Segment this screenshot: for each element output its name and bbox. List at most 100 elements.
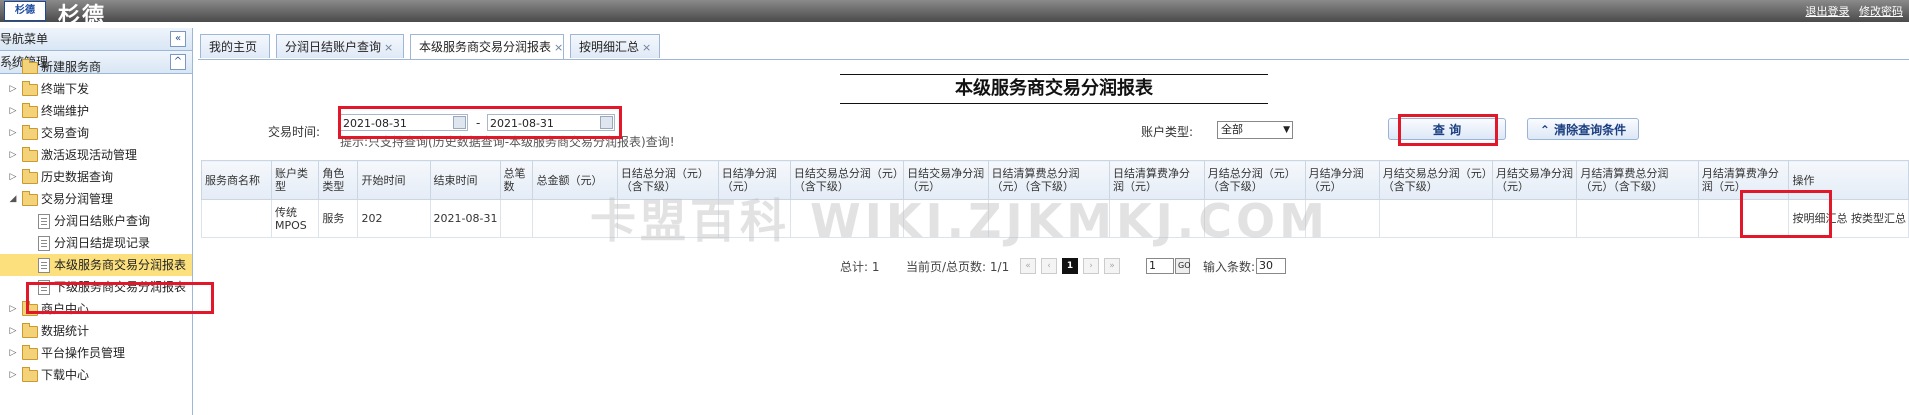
- expand-arrow-icon[interactable]: ▷: [8, 166, 18, 188]
- sidebar-item-activation-cashback[interactable]: ▷ 激活返现活动管理: [0, 144, 192, 166]
- date-to-value: 2021-08-31: [490, 117, 554, 130]
- expand-arrow-icon[interactable]: ▷: [8, 364, 18, 386]
- date-to-input[interactable]: 2021-08-31: [487, 114, 615, 131]
- report-title: 本级服务商交易分润报表: [840, 74, 1268, 104]
- sidebar-item-profit-management[interactable]: ◢ 交易分润管理: [0, 188, 192, 210]
- rows-per-page-label: 输入条数:: [1203, 260, 1256, 274]
- sidebar-item-label: 分润日结提现记录: [54, 236, 151, 250]
- sidebar-item-new-provider[interactable]: ▷ 新建服务商: [0, 56, 192, 78]
- sidebar-item-current-level-report[interactable]: 本级服务商交易分润报表: [0, 254, 192, 276]
- chevron-down-icon: ▼: [1283, 125, 1290, 135]
- sidebar-item-history-query[interactable]: ▷ 历史数据查询: [0, 166, 192, 188]
- table-cell: [1491, 199, 1578, 238]
- tab-detail-summary[interactable]: 按明细汇总 ×: [570, 34, 660, 58]
- sidebar-item-statistics[interactable]: ▷ 数据统计: [0, 320, 192, 342]
- sidebar-item-terminal-dispatch[interactable]: ▷ 终端下发: [0, 78, 192, 100]
- date-from-input[interactable]: 2021-08-31: [340, 114, 468, 131]
- expand-arrow-icon[interactable]: ▷: [8, 144, 18, 166]
- document-icon: [38, 214, 50, 229]
- expand-arrow-icon[interactable]: ▷: [8, 78, 18, 100]
- collapse-arrow-icon[interactable]: ◢: [8, 188, 18, 210]
- table-cell: 服务: [318, 199, 359, 238]
- sidebar-item-label: 交易查询: [41, 126, 90, 140]
- pager-page-info: 当前页/总页数: 1/1: [906, 260, 1010, 274]
- sidebar-item-operator-management[interactable]: ▷ 平台操作员管理: [0, 342, 192, 364]
- folder-icon: [22, 59, 38, 74]
- expand-arrow-icon[interactable]: ▷: [8, 298, 18, 320]
- prev-page-button[interactable]: ‹: [1041, 258, 1057, 274]
- column-header: 角色类型: [318, 160, 359, 200]
- folder-icon: [22, 169, 38, 184]
- table-cell: [1697, 199, 1790, 238]
- folder-open-icon: [22, 191, 38, 206]
- sidebar-item-label: 分润日结账户查询: [54, 214, 151, 228]
- column-header: 月结交易净分润（元）: [1491, 160, 1578, 200]
- query-button[interactable]: 查 询: [1388, 118, 1506, 140]
- date-from-value: 2021-08-31: [343, 117, 407, 130]
- sidebar-item-label: 终端维护: [41, 104, 90, 118]
- tab-home[interactable]: 我的主页: [200, 34, 270, 58]
- expand-arrow-icon[interactable]: ▷: [8, 100, 18, 122]
- first-page-button[interactable]: «: [1020, 258, 1036, 274]
- go-button[interactable]: GO: [1175, 258, 1191, 274]
- sidebar-item-label: 商户中心: [41, 302, 90, 316]
- rows-per-page-input[interactable]: 30: [1256, 258, 1286, 274]
- calendar-icon[interactable]: [453, 116, 466, 129]
- last-page-button[interactable]: »: [1104, 258, 1120, 274]
- folder-icon: [22, 323, 38, 338]
- row-actions[interactable]: 按明细汇总 按类型汇总: [1788, 199, 1909, 238]
- sidebar-item-withdrawal-records[interactable]: 分润日结提现记录: [0, 232, 192, 254]
- sidebar-item-label: 交易分润管理: [41, 192, 114, 206]
- next-page-button[interactable]: ›: [1083, 258, 1099, 274]
- top-bar: 杉德 杉德 退出登录 修改密码: [0, 0, 1909, 29]
- expand-arrow-icon[interactable]: ▷: [8, 320, 18, 342]
- sidebar-item-label: 激活返现活动管理: [41, 148, 138, 162]
- sidebar-item-label: 历史数据查询: [41, 170, 114, 184]
- sidebar-item-label: 平台操作员管理: [41, 346, 126, 360]
- clear-icon: ⌃: [1539, 123, 1550, 137]
- folder-icon: [22, 125, 38, 140]
- clear-conditions-button[interactable]: ⌃ 清除查询条件: [1527, 118, 1639, 140]
- clear-button-label: 清除查询条件: [1554, 123, 1627, 137]
- close-icon[interactable]: ×: [554, 41, 563, 54]
- top-links: 退出登录 修改密码: [1800, 3, 1904, 19]
- pager-total: 总计: 1: [840, 260, 880, 274]
- sidebar-item-terminal-maintenance[interactable]: ▷ 终端维护: [0, 100, 192, 122]
- sidebar-item-sub-level-report[interactable]: 下级服务商交易分润报表: [0, 276, 192, 298]
- tab-divider: [198, 59, 1909, 60]
- current-page-button[interactable]: 1: [1062, 258, 1078, 274]
- tab-label: 我的主页: [209, 40, 258, 54]
- table-cell: 202: [357, 199, 431, 238]
- tab-daily-account-query[interactable]: 分润日结账户查询 ×: [276, 34, 404, 58]
- close-icon[interactable]: ×: [642, 41, 651, 54]
- goto-page-input[interactable]: 1: [1146, 258, 1174, 274]
- watermark: 卡盟百科 WIKI.ZJKMKJ.COM: [590, 194, 1329, 248]
- account-type-select[interactable]: 全部 ▼: [1217, 121, 1293, 139]
- tab-current-level-report[interactable]: 本级服务商交易分润报表 ×: [410, 34, 564, 60]
- date-label: 交易时间:: [268, 125, 321, 139]
- folder-icon: [22, 103, 38, 118]
- query-button-label: 查 询: [1432, 123, 1462, 137]
- sidebar-item-merchant-center[interactable]: ▷ 商户中心: [0, 298, 192, 320]
- expand-arrow-icon[interactable]: ▷: [8, 342, 18, 364]
- change-password-link[interactable]: 修改密码: [1859, 5, 1903, 18]
- account-type-value: 全部: [1221, 123, 1243, 136]
- sidebar-item-download-center[interactable]: ▷ 下载中心: [0, 364, 192, 386]
- calendar-icon[interactable]: [600, 116, 613, 129]
- expand-arrow-icon[interactable]: ▷: [8, 122, 18, 144]
- expand-arrow-icon[interactable]: ▷: [8, 56, 18, 78]
- table-cell: [499, 199, 534, 238]
- logout-link[interactable]: 退出登录: [1806, 5, 1850, 18]
- column-header: 服务商名称: [201, 160, 272, 200]
- sidebar-item-daily-account-query[interactable]: 分润日结账户查询: [0, 210, 192, 232]
- column-header: 月结清算费净分润（元）: [1697, 160, 1790, 200]
- folder-icon: [22, 367, 38, 382]
- table-cell: [1378, 199, 1493, 238]
- collapse-sidebar-icon[interactable]: «: [170, 31, 186, 47]
- column-header: 结束时间: [429, 160, 501, 200]
- close-icon[interactable]: ×: [384, 41, 393, 54]
- folder-icon: [22, 147, 38, 162]
- column-header: 开始时间: [357, 160, 431, 200]
- sidebar-item-transaction-query[interactable]: ▷ 交易查询: [0, 122, 192, 144]
- column-header: 总笔数: [499, 160, 534, 200]
